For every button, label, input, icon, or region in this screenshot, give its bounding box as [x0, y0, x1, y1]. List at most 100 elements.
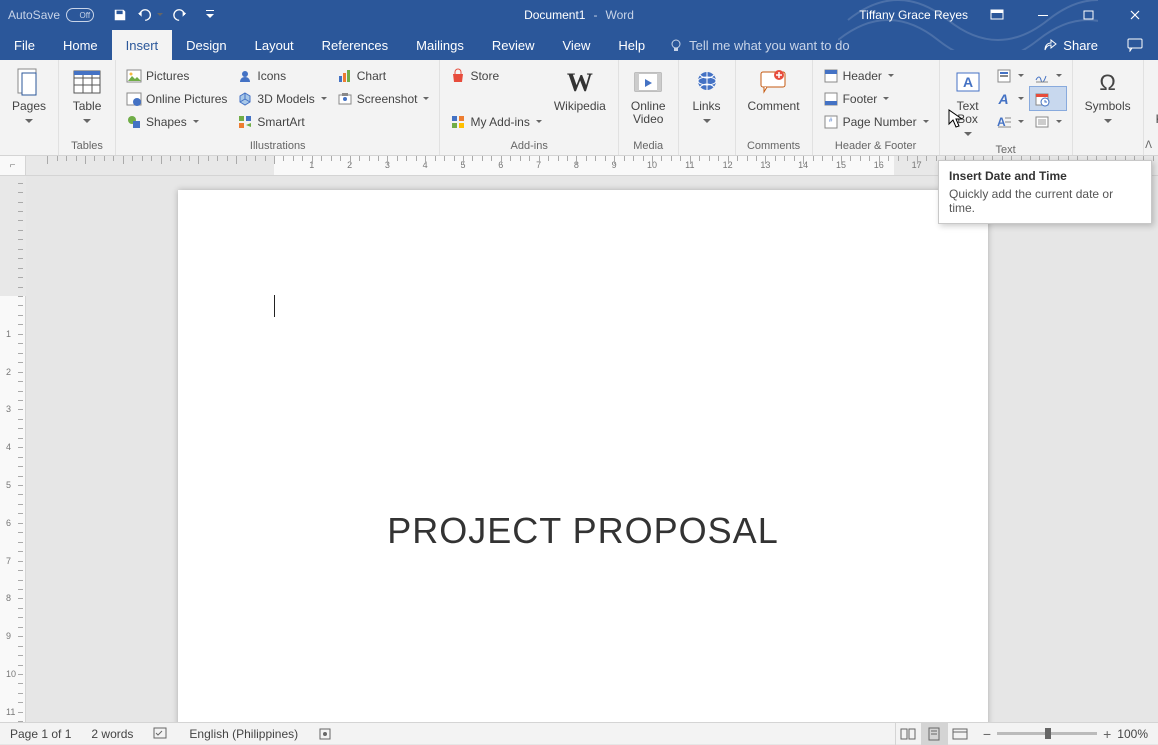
group-symbols: Ω Symbols [1073, 60, 1144, 155]
pictures-icon [126, 68, 142, 84]
smartart-icon [237, 114, 253, 130]
datetime-icon [1034, 91, 1050, 107]
word-count[interactable]: 2 words [81, 723, 143, 745]
app-name: Word [605, 8, 633, 22]
pictures-button[interactable]: Pictures [122, 64, 231, 87]
macro-recording[interactable] [308, 723, 342, 745]
object-button[interactable] [1030, 110, 1066, 133]
minimize-button[interactable] [1020, 0, 1066, 30]
quickparts-icon [996, 68, 1012, 84]
zoom-level[interactable]: 100% [1117, 727, 1148, 741]
text-box-button[interactable]: A Text Box [946, 64, 990, 142]
print-layout-button[interactable] [921, 723, 947, 745]
collapse-ribbon-button[interactable]: ᐱ [1145, 140, 1152, 151]
tab-selector[interactable]: ⌐ [0, 156, 26, 175]
my-addins-button[interactable]: My Add-ins [446, 110, 545, 133]
drop-cap-button[interactable]: A [992, 110, 1028, 133]
group-tables: Table Tables [59, 60, 116, 155]
document-area: 1234567891011 PROJECT PROPOSAL [0, 176, 1158, 722]
autosave-switch[interactable]: Off [66, 8, 94, 22]
page-count[interactable]: Page 1 of 1 [0, 723, 81, 745]
tab-home[interactable]: Home [49, 30, 112, 60]
document-heading[interactable]: PROJECT PROPOSAL [178, 510, 988, 552]
store-button[interactable]: Store [446, 64, 545, 87]
tab-file[interactable]: File [0, 30, 49, 60]
tab-help[interactable]: Help [604, 30, 659, 60]
ribbon-display-options[interactable] [974, 0, 1020, 30]
undo-button[interactable] [136, 1, 164, 29]
online-video-button[interactable]: Online Video [625, 64, 672, 128]
group-text: A Text Box A A Text [940, 60, 1073, 155]
tab-insert[interactable]: Insert [112, 30, 173, 60]
vertical-ruler[interactable]: 1234567891011 [0, 176, 26, 722]
qat-customize[interactable] [196, 1, 224, 29]
page-number-button[interactable]: #Page Number [819, 110, 933, 133]
ribbon: Pages Table Tables Pictures Online Pictu… [0, 60, 1158, 156]
shapes-icon [126, 114, 142, 130]
dropcap-icon: A [996, 114, 1012, 130]
textbox-icon: A [952, 66, 984, 98]
tab-mailings[interactable]: Mailings [402, 30, 478, 60]
chart-button[interactable]: Chart [333, 64, 434, 87]
header-button[interactable]: Header [819, 64, 933, 87]
comment-button[interactable]: Comment [742, 64, 806, 115]
close-button[interactable] [1112, 0, 1158, 30]
screenshot-icon [337, 91, 353, 107]
maximize-button[interactable] [1066, 0, 1112, 30]
tab-review[interactable]: Review [478, 30, 549, 60]
group-comments: Comment Comments [736, 60, 813, 155]
tooltip-body: Quickly add the current date or time. [949, 187, 1141, 215]
screenshot-button[interactable]: Screenshot [333, 87, 434, 110]
save-button[interactable] [106, 1, 134, 29]
signature-line-button[interactable] [1030, 64, 1066, 87]
lightbulb-icon [669, 38, 683, 52]
emoji-keyboard-button[interactable]: 😂 Emoji Keyboard [1150, 64, 1158, 128]
table-icon [71, 66, 103, 98]
user-name[interactable]: Tiffany Grace Reyes [859, 8, 968, 22]
language[interactable]: English (Philippines) [179, 723, 308, 745]
shapes-button[interactable]: Shapes [122, 110, 231, 133]
comments-pane-button[interactable] [1112, 30, 1158, 60]
zoom-out[interactable]: − [983, 726, 991, 742]
3d-models-button[interactable]: 3D Models [233, 87, 330, 110]
wordart-button[interactable]: A [992, 87, 1028, 110]
group-header-footer: Header Footer #Page Number Header & Foot… [813, 60, 940, 155]
wordart-icon: A [996, 91, 1012, 107]
tab-design[interactable]: Design [172, 30, 240, 60]
page[interactable]: PROJECT PROPOSAL [178, 190, 988, 722]
spell-check[interactable] [143, 723, 179, 745]
web-layout-button[interactable] [947, 723, 973, 745]
pages-button[interactable]: Pages [6, 64, 52, 129]
object-icon [1034, 114, 1050, 130]
tab-layout[interactable]: Layout [241, 30, 308, 60]
tab-references[interactable]: References [308, 30, 402, 60]
ribbon-tabs: File Home Insert Design Layout Reference… [0, 30, 1158, 60]
wikipedia-icon: W [564, 66, 596, 98]
share-button[interactable]: Share [1029, 30, 1112, 60]
wikipedia-button[interactable]: W Wikipedia [548, 64, 612, 115]
title-bar: AutoSave Off Document1 - Word Tiffany Gr… [0, 0, 1158, 30]
links-button[interactable]: Links [685, 64, 729, 129]
symbols-button[interactable]: Ω Symbols [1079, 64, 1137, 129]
redo-button[interactable] [166, 1, 194, 29]
proofing-icon [153, 727, 169, 741]
read-mode-button[interactable] [895, 723, 921, 745]
store-icon [450, 68, 466, 84]
document-scroll[interactable]: PROJECT PROPOSAL [26, 176, 1158, 722]
tab-view[interactable]: View [548, 30, 604, 60]
footer-button[interactable]: Footer [819, 87, 933, 110]
macro-icon [318, 727, 332, 741]
link-icon [691, 66, 723, 98]
online-pictures-button[interactable]: Online Pictures [122, 87, 231, 110]
smartart-button[interactable]: SmartArt [233, 110, 330, 133]
table-button[interactable]: Table [65, 64, 109, 129]
autosave-toggle[interactable]: AutoSave Off [0, 8, 102, 22]
date-time-button[interactable] [1030, 87, 1066, 110]
icons-button[interactable]: Icons [233, 64, 330, 87]
quick-parts-button[interactable] [992, 64, 1028, 87]
tell-me-search[interactable]: Tell me what you want to do [659, 30, 859, 60]
zoom-slider[interactable] [997, 732, 1097, 735]
zoom-in[interactable]: + [1103, 726, 1111, 742]
video-icon [632, 66, 664, 98]
header-icon [823, 68, 839, 84]
